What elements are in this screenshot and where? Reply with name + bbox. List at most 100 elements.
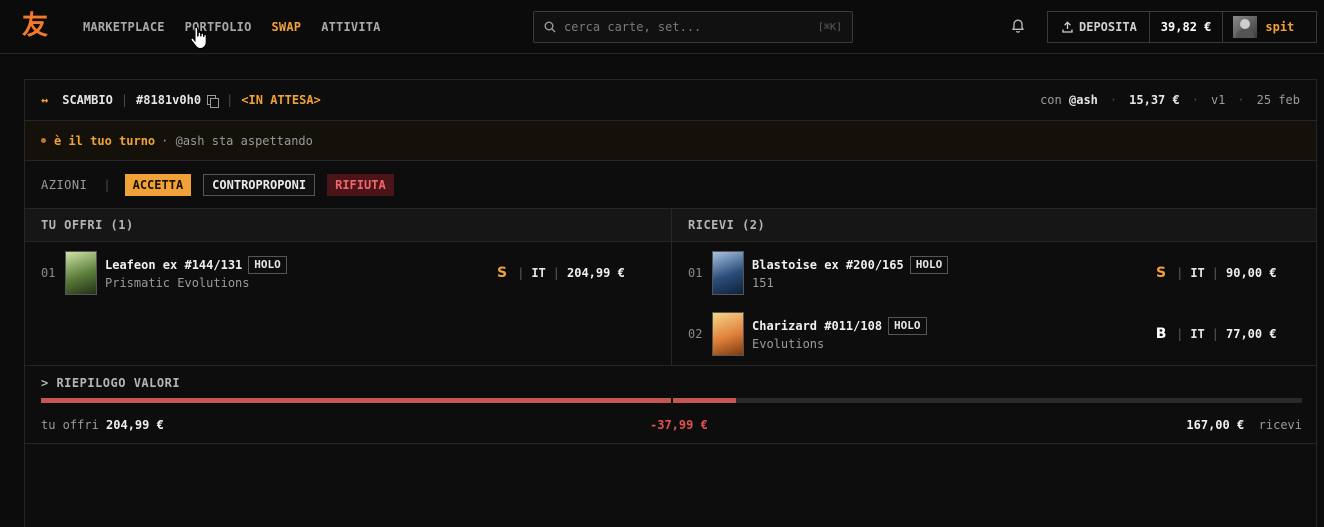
- actions-label: AZIONI: [41, 177, 88, 192]
- offer-column-title: TU OFFRI (1): [25, 209, 671, 242]
- card-name: Leafeon ex #144/131: [105, 257, 243, 272]
- value-summary: > RIEPILOGO VALORI tu offri 204,99 € -37…: [25, 366, 1316, 444]
- deposit-label: DEPOSITA: [1079, 20, 1137, 34]
- copy-icon[interactable]: [207, 94, 220, 108]
- trade-version: v1: [1210, 93, 1226, 107]
- username: spit: [1265, 20, 1295, 34]
- card-info: Leafeon ex #144/131 HOLO Prismatic Evolu…: [105, 255, 494, 290]
- trade-type-label: SCAMBIO: [62, 93, 113, 107]
- card-meta: B | IT | 77,00 €: [1153, 326, 1284, 342]
- search-icon: [544, 21, 556, 33]
- trade-items: TU OFFRI (1) 01 Leafeon ex #144/131 HOLO…: [25, 209, 1316, 366]
- counterparty-username[interactable]: @ash: [1069, 93, 1098, 107]
- actions-bar: AZIONI | ACCETTA CONTROPROPONI RIFIUTA: [25, 161, 1316, 209]
- nav-swap[interactable]: SWAP: [272, 20, 302, 34]
- trade-date: 25 feb: [1256, 93, 1300, 107]
- list-item[interactable]: 01 Leafeon ex #144/131 HOLO Prismatic Ev…: [25, 242, 671, 303]
- wallet-area: DEPOSITA 39,82 € spit: [1047, 11, 1317, 43]
- status-dot-icon: [41, 138, 46, 143]
- trade-amount: 15,37 €: [1129, 93, 1180, 107]
- with-prefix: con: [1040, 93, 1062, 107]
- divider: |: [103, 177, 111, 192]
- divider: |: [1211, 265, 1219, 280]
- search-shortcut-hint: [⌘K]: [817, 21, 842, 33]
- trade-meta: con @ash · 15,37 € · v1 · 25 feb: [1040, 93, 1300, 107]
- condition-grade: S: [1156, 264, 1167, 281]
- card-info: Blastoise ex #200/165 HOLO 151: [752, 255, 1153, 290]
- holo-badge: HOLO: [248, 255, 287, 274]
- search-input[interactable]: [564, 20, 810, 34]
- divider: |: [226, 93, 234, 107]
- brand-logo[interactable]: 友: [22, 11, 52, 41]
- card-thumbnail[interactable]: [712, 250, 744, 295]
- list-item[interactable]: 02 Charizard #011/108 HOLO Evolutions B …: [672, 303, 1316, 364]
- trade-panel: ↔ SCAMBIO | #8181v0h0 | <IN ATTESA> con …: [24, 79, 1317, 527]
- card-name: Blastoise ex #200/165: [752, 257, 904, 272]
- receive-total: 167,00 €: [1186, 418, 1245, 432]
- dot-separator: ·: [1109, 93, 1118, 107]
- divider: |: [1211, 326, 1219, 341]
- card-meta: S | IT | 204,99 €: [494, 265, 625, 281]
- divider: |: [517, 265, 525, 280]
- turn-message: è il tuo turno: [54, 133, 156, 148]
- turn-banner: è il tuo turno · @ash sta aspettando: [25, 121, 1316, 161]
- card-price: 90,00 €: [1226, 265, 1277, 280]
- divider: |: [120, 93, 129, 107]
- condition-grade: B: [1155, 325, 1167, 342]
- offer-column: TU OFFRI (1) 01 Leafeon ex #144/131 HOLO…: [25, 209, 671, 365]
- trade-status: <IN ATTESA>: [241, 93, 321, 107]
- dot-separator: ·: [1191, 93, 1199, 107]
- card-language: IT: [531, 265, 546, 280]
- card-info: Charizard #011/108 HOLO Evolutions: [752, 316, 1153, 351]
- value-difference: -37,99 €: [650, 418, 708, 432]
- offer-total-label: tu offri: [41, 418, 99, 432]
- condition-grade: S: [497, 264, 508, 281]
- card-price: 77,00 €: [1226, 326, 1277, 341]
- offer-total: 204,99 €: [106, 418, 164, 432]
- summary-title[interactable]: > RIEPILOGO VALORI: [41, 366, 1300, 390]
- dot-separator: ·: [1237, 93, 1245, 107]
- avatar: [1233, 16, 1258, 38]
- search-box: [⌘K]: [533, 11, 853, 43]
- turn-detail: · @ash sta aspettando: [161, 133, 313, 148]
- list-item[interactable]: 01 Blastoise ex #200/165 HOLO 151 S | IT…: [672, 242, 1316, 303]
- card-set: Evolutions: [752, 336, 825, 351]
- user-menu[interactable]: spit: [1223, 12, 1304, 42]
- trade-header: ↔ SCAMBIO | #8181v0h0 | <IN ATTESA> con …: [25, 80, 1316, 121]
- offer-share-fill: [41, 398, 736, 403]
- main-nav: MARKETPLACE PORTFOLIO SWAP ATTIVITA: [83, 0, 381, 54]
- card-price: 204,99 €: [567, 265, 625, 280]
- card-thumbnail[interactable]: [65, 250, 97, 295]
- swap-arrows-icon: ↔: [41, 93, 49, 107]
- counter-offer-button[interactable]: CONTROPROPONI: [203, 173, 316, 196]
- receive-column: RICEVI (2) 01 Blastoise ex #200/165 HOLO…: [671, 209, 1316, 365]
- item-index: 02: [688, 326, 703, 341]
- receive-total-label: ricevi: [1258, 418, 1302, 432]
- bar-midpoint: [671, 397, 673, 404]
- holo-badge: HOLO: [888, 316, 927, 335]
- wallet-balance: 39,82 €: [1150, 12, 1224, 42]
- card-name: Charizard #011/108: [752, 318, 883, 333]
- item-index: 01: [41, 265, 56, 280]
- trade-id: #8181v0h0: [136, 93, 202, 107]
- item-index: 01: [688, 265, 703, 280]
- holo-badge: HOLO: [909, 255, 949, 274]
- reject-button[interactable]: RIFIUTA: [327, 173, 394, 196]
- accept-button[interactable]: ACCETTA: [124, 173, 192, 196]
- card-language: IT: [1190, 326, 1205, 341]
- bell-icon[interactable]: [1010, 18, 1026, 34]
- nav-marketplace[interactable]: MARKETPLACE: [83, 20, 165, 34]
- top-navbar: 友 MARKETPLACE PORTFOLIO SWAP ATTIVITA [⌘…: [0, 0, 1324, 54]
- divider: |: [552, 265, 560, 280]
- hand-pointer-cursor-icon: [190, 27, 207, 49]
- deposit-button[interactable]: DEPOSITA: [1048, 12, 1150, 42]
- card-thumbnail[interactable]: [712, 311, 744, 356]
- nav-attivita[interactable]: ATTIVITA: [321, 20, 380, 34]
- value-balance-bar: [41, 397, 1302, 404]
- card-language: IT: [1190, 265, 1205, 280]
- card-set: Prismatic Evolutions: [105, 275, 250, 290]
- card-meta: S | IT | 90,00 €: [1153, 265, 1284, 281]
- divider: |: [1176, 265, 1184, 280]
- card-set: 151: [752, 275, 774, 290]
- receive-column-title: RICEVI (2): [672, 209, 1316, 242]
